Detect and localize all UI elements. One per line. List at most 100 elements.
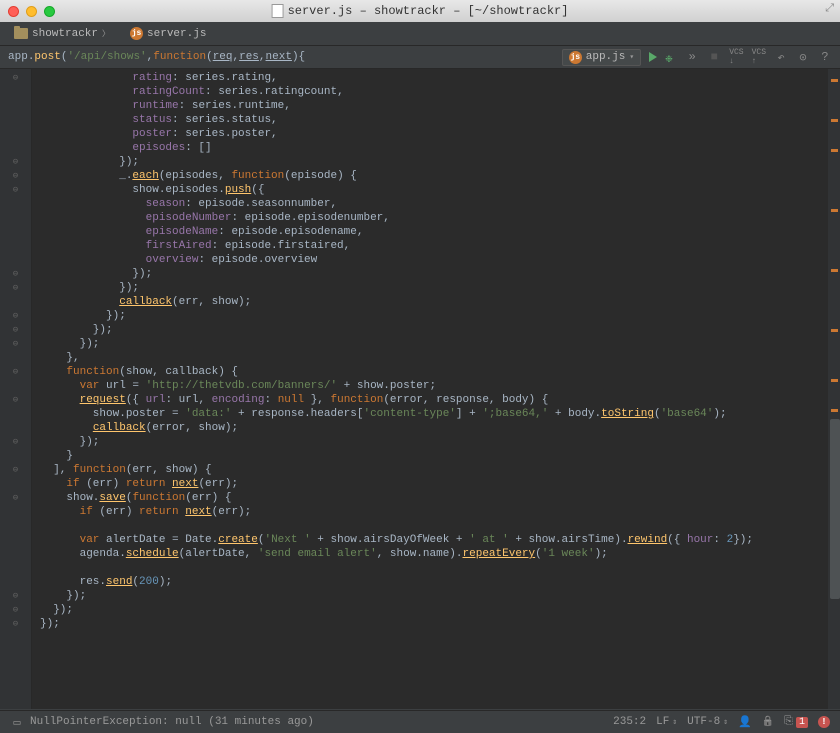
code-line[interactable]: episodeName: episode.episodename, [40, 225, 820, 239]
code-content[interactable]: rating: series.rating, ratingCount: seri… [32, 69, 828, 709]
stop-button[interactable]: ■ [707, 50, 721, 64]
code-line[interactable]: ], function(err, show) { [40, 463, 820, 477]
code-line[interactable]: var url = 'http://thetvdb.com/banners/' … [40, 379, 820, 393]
code-line[interactable]: }); [40, 435, 820, 449]
undo-button[interactable]: ↶ [774, 50, 788, 64]
close-window-button[interactable] [8, 6, 19, 17]
settings-button[interactable]: ⊙ [796, 50, 810, 64]
file-tab-label: server.js [147, 28, 206, 40]
bc-fn: function [153, 51, 206, 63]
bc-p3: next [266, 51, 292, 63]
code-line[interactable]: }); [40, 281, 820, 295]
file-tab[interactable]: js server.js [122, 25, 214, 42]
scrollbar-thumb[interactable] [830, 419, 840, 599]
fold-marker[interactable]: ⊖ [0, 365, 31, 379]
code-line[interactable]: agenda.schedule(alertDate, 'send email a… [40, 547, 820, 561]
code-line[interactable]: callback(err, show); [40, 295, 820, 309]
code-line[interactable]: poster: series.poster, [40, 127, 820, 141]
code-line[interactable]: overview: episode.overview [40, 253, 820, 267]
lock-icon[interactable] [762, 716, 774, 728]
code-line[interactable]: request({ url: url, encoding: null }, fu… [40, 393, 820, 407]
code-line[interactable]: episodeNumber: episode.episodenumber, [40, 211, 820, 225]
js-file-icon: js [130, 27, 143, 40]
debug-button[interactable]: ❉ [665, 51, 677, 63]
code-line[interactable]: function(show, callback) { [40, 365, 820, 379]
project-tab[interactable]: showtrackr 〉 [6, 26, 118, 42]
status-bar: ▭ NullPointerException: null (31 minutes… [0, 710, 840, 733]
code-line[interactable]: callback(error, show); [40, 421, 820, 435]
fold-marker[interactable]: ⊖ [0, 281, 31, 295]
tool-window-icon[interactable]: ▭ [10, 715, 24, 729]
code-line[interactable]: }); [40, 323, 820, 337]
code-line[interactable]: }); [40, 617, 820, 631]
help-button[interactable]: ? [818, 50, 832, 64]
code-line[interactable]: res.send(200); [40, 575, 820, 589]
coverage-button[interactable]: » [685, 50, 699, 64]
vcs-update-button[interactable]: VCS↓ [729, 48, 743, 66]
fold-marker[interactable]: ⊖ [0, 309, 31, 323]
error-stripe[interactable] [828, 69, 840, 709]
fold-marker[interactable]: ⊖ [0, 491, 31, 505]
bc-p1: req [213, 51, 233, 63]
fold-marker[interactable]: ⊖ [0, 589, 31, 603]
code-line[interactable]: }); [40, 155, 820, 169]
code-line[interactable]: runtime: series.runtime, [40, 99, 820, 113]
fold-marker[interactable]: ⊖ [0, 603, 31, 617]
code-line[interactable]: if (err) return next(err); [40, 505, 820, 519]
code-line[interactable]: show.save(function(err) { [40, 491, 820, 505]
fold-marker[interactable]: ⊖ [0, 183, 31, 197]
run-config-selector[interactable]: js app.js ▾ [562, 49, 641, 66]
error-count[interactable]: ⎘1 [784, 716, 808, 728]
code-line[interactable]: var alertDate = Date.create('Next ' + sh… [40, 533, 820, 547]
code-line[interactable]: _.each(episodes, function(episode) { [40, 169, 820, 183]
inspect-icon[interactable]: 👤 [738, 715, 752, 729]
code-line[interactable]: episodes: [] [40, 141, 820, 155]
fold-marker[interactable]: ⊖ [0, 323, 31, 337]
run-button[interactable] [649, 52, 657, 62]
code-line[interactable]: ratingCount: series.ratingcount, [40, 85, 820, 99]
file-icon [272, 4, 284, 18]
fold-marker[interactable]: ⊖ [0, 71, 31, 85]
code-line[interactable]: firstAired: episode.firstaired, [40, 239, 820, 253]
cursor-position[interactable]: 235:2 [613, 716, 646, 728]
code-line[interactable]: }, [40, 351, 820, 365]
code-line[interactable]: }); [40, 267, 820, 281]
code-line[interactable]: status: series.status, [40, 113, 820, 127]
code-line[interactable]: show.episodes.push({ [40, 183, 820, 197]
warning-icon[interactable]: ! [818, 716, 830, 728]
code-line[interactable] [40, 561, 820, 575]
bc-route: '/api/shows' [67, 51, 146, 63]
file-encoding[interactable]: UTF-8 ⇕ [687, 716, 728, 728]
chevron-down-icon: ▾ [629, 52, 634, 62]
fold-marker[interactable]: ⊖ [0, 393, 31, 407]
navigation-tabs: showtrackr 〉 js server.js [0, 22, 840, 46]
code-line[interactable]: if (err) return next(err); [40, 477, 820, 491]
fullscreen-icon[interactable]: ⤢ [825, 3, 834, 15]
fold-marker[interactable]: ⊖ [0, 435, 31, 449]
fold-marker[interactable]: ⊖ [0, 617, 31, 631]
editor[interactable]: ⊖ ⊖ ⊖ ⊖ ⊖ ⊖ ⊖ ⊖ ⊖ ⊖ ⊖ ⊖ ⊖ ⊖ ⊖ ⊖ ⊖ rating… [0, 69, 840, 709]
fold-marker[interactable]: ⊖ [0, 463, 31, 477]
code-line[interactable]: show.poster = 'data:' + response.headers… [40, 407, 820, 421]
code-line[interactable] [40, 519, 820, 533]
gutter[interactable]: ⊖ ⊖ ⊖ ⊖ ⊖ ⊖ ⊖ ⊖ ⊖ ⊖ ⊖ ⊖ ⊖ ⊖ ⊖ ⊖ ⊖ [0, 69, 32, 709]
breadcrumb[interactable]: app.post('/api/shows', function(req, res… [8, 51, 305, 63]
code-line[interactable]: season: episode.seasonnumber, [40, 197, 820, 211]
zoom-window-button[interactable] [44, 6, 55, 17]
vcs-commit-button[interactable]: VCS↑ [752, 48, 766, 66]
status-message[interactable]: NullPointerException: null (31 minutes a… [30, 716, 314, 728]
window-title: server.js – showtrackr – [~/showtrackr] [272, 4, 569, 18]
code-line[interactable]: } [40, 449, 820, 463]
code-line[interactable]: }); [40, 337, 820, 351]
fold-marker[interactable]: ⊖ [0, 267, 31, 281]
code-line[interactable]: rating: series.rating, [40, 71, 820, 85]
code-line[interactable]: }); [40, 589, 820, 603]
fold-marker[interactable]: ⊖ [0, 337, 31, 351]
code-line[interactable]: }); [40, 603, 820, 617]
code-line[interactable]: }); [40, 309, 820, 323]
fold-marker[interactable]: ⊖ [0, 155, 31, 169]
fold-marker[interactable]: ⊖ [0, 169, 31, 183]
folder-icon [14, 28, 28, 39]
minimize-window-button[interactable] [26, 6, 37, 17]
line-separator[interactable]: LF ⇕ [656, 716, 677, 728]
